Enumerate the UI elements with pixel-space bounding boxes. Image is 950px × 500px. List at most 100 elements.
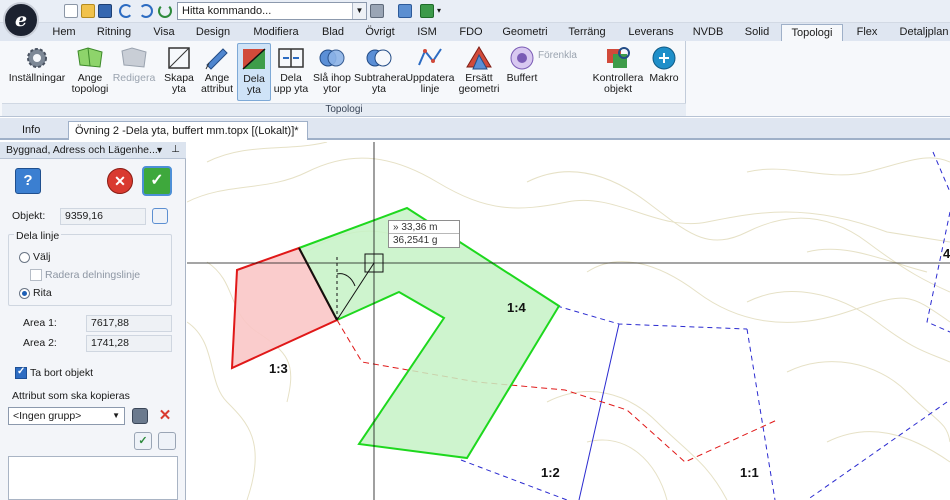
subtrahera-yta-button[interactable]: Subtrahera yta xyxy=(354,43,406,101)
tab-modifiera[interactable]: Modifiera xyxy=(248,24,304,41)
rita-radio[interactable] xyxy=(19,288,30,299)
tab-solid[interactable]: Solid xyxy=(740,24,774,41)
forenkla-label: Förenkla xyxy=(538,50,577,61)
buffer-icon xyxy=(508,45,536,71)
skapa-yta-button[interactable]: Skapa yta xyxy=(162,43,196,101)
delete-group-icon[interactable]: ✕ xyxy=(156,407,174,425)
tab-leverans[interactable]: Leverans xyxy=(625,24,677,41)
split-up-area-icon xyxy=(277,45,305,71)
tab-blad[interactable]: Blad xyxy=(316,24,350,41)
tab-design[interactable]: Design xyxy=(190,24,236,41)
area-label-4: 4 xyxy=(943,246,950,261)
ok-button[interactable]: ✓ xyxy=(142,166,172,196)
pin-icon[interactable]: ⊥ xyxy=(171,142,180,158)
open-folder-icon[interactable] xyxy=(81,4,95,18)
save-group-icon[interactable] xyxy=(132,408,148,424)
help-button[interactable]: ? xyxy=(15,168,41,194)
dela-linje-label: Dela linje xyxy=(14,230,62,242)
app-window: Hitta kommando... ▼ ▾ e Hem Ritning Visa… xyxy=(0,0,950,500)
ta-bort-objekt-label: Ta bort objekt xyxy=(30,367,94,379)
check-all-icon[interactable]: ✓ xyxy=(134,432,152,450)
chevron-down-icon[interactable]: ▼ xyxy=(352,3,366,19)
split-area-icon xyxy=(240,46,268,72)
tab-fdo[interactable]: FDO xyxy=(456,24,486,41)
merge-areas-icon xyxy=(318,45,346,71)
attribute-icon xyxy=(203,45,231,71)
undo-icon[interactable] xyxy=(119,4,133,18)
area2-value: 1741,28 xyxy=(86,335,172,352)
dropdown-arrow-icon[interactable]: ▾ xyxy=(437,4,451,18)
table-select-icon[interactable] xyxy=(152,208,168,224)
makro-button[interactable]: Makro xyxy=(646,43,682,101)
buffert-button[interactable]: Buffert xyxy=(503,43,541,101)
radera-delningslinje-checkbox[interactable] xyxy=(30,269,42,281)
check-object-icon xyxy=(604,45,632,71)
rita-label: Rita xyxy=(33,287,52,299)
tab-nvdb[interactable]: NVDB xyxy=(690,24,726,41)
quick-access-toolbar: Hitta kommando... ▼ ▾ xyxy=(0,0,950,23)
macro-icon xyxy=(650,45,678,71)
ange-topologi-label-2: topologi xyxy=(71,83,109,95)
installningar-label: Inställningar xyxy=(8,72,66,84)
tab-geometri[interactable]: Geometri xyxy=(499,24,551,41)
angle-readout: 36,2541 g xyxy=(393,235,438,246)
sla-ihop-ytor-label-2: ytor xyxy=(323,83,341,95)
new-file-icon[interactable] xyxy=(64,4,78,18)
command-search-placeholder: Hitta kommando... xyxy=(182,5,272,17)
refresh-icon[interactable] xyxy=(158,4,172,18)
ange-attribut-button[interactable]: Ange attribut xyxy=(198,43,236,101)
redo-icon[interactable] xyxy=(139,4,153,18)
ta-bort-objekt-checkbox[interactable] xyxy=(15,366,27,379)
kontrollera-objekt-button[interactable]: Kontrollera objekt xyxy=(590,43,646,101)
ange-attribut-label-2: attribut xyxy=(200,83,234,95)
tab-info[interactable]: Info xyxy=(16,121,66,140)
tab-terrang[interactable]: Terräng xyxy=(563,24,611,41)
ange-topologi-button[interactable]: Ange topologi xyxy=(68,43,112,101)
redigera-button[interactable]: Redigera xyxy=(112,43,156,101)
skapa-yta-label-2: yta xyxy=(171,83,186,95)
print-icon[interactable] xyxy=(370,4,384,18)
area-label-1-1: 1:1 xyxy=(740,465,759,480)
attribut-label: Attribut som ska kopieras xyxy=(12,390,130,402)
objekt-label: Objekt: xyxy=(12,210,46,222)
tab-flex[interactable]: Flex xyxy=(852,24,882,41)
map-drawing xyxy=(187,142,950,500)
tab-visa[interactable]: Visa xyxy=(146,24,182,41)
kontrollera-objekt-label-2: objekt xyxy=(603,83,633,95)
ersatt-geometri-label-2: geometri xyxy=(458,83,500,95)
layers-icon[interactable] xyxy=(420,4,434,18)
area2-label: Area 2: xyxy=(23,337,57,349)
dela-yta-button[interactable]: Dela yta xyxy=(237,43,271,101)
dela-upp-yta-button[interactable]: Dela upp yta xyxy=(273,43,309,101)
dela-yta-label-2: yta xyxy=(246,84,261,96)
save-icon[interactable] xyxy=(98,4,112,18)
update-line-icon xyxy=(416,45,444,71)
sla-ihop-ytor-button[interactable]: Slå ihop ytor xyxy=(310,43,354,101)
redigera-label: Redigera xyxy=(112,72,156,84)
uppdatera-linje-button[interactable]: Uppdatera linje xyxy=(405,43,455,101)
ersatt-geometri-button[interactable]: Ersätt geometri xyxy=(456,43,502,101)
chevron-down-icon[interactable]: ▼ xyxy=(155,142,164,158)
subtrahera-yta-label-2: yta xyxy=(371,83,386,95)
tab-detaljplan[interactable]: Detaljplan xyxy=(896,24,950,41)
app-logo[interactable]: e xyxy=(3,2,39,38)
tab-ism[interactable]: ISM xyxy=(412,24,442,41)
panel-title: Byggnad, Adress och Lägenhe... xyxy=(6,144,158,156)
tab-topologi[interactable]: Topologi xyxy=(781,24,843,42)
valj-radio[interactable] xyxy=(19,252,30,263)
installningar-button[interactable]: Inställningar xyxy=(6,43,68,101)
attribute-list[interactable] xyxy=(8,456,178,500)
command-search-input[interactable]: Hitta kommando... ▼ xyxy=(177,2,367,20)
uncheck-all-icon[interactable] xyxy=(158,432,176,450)
zoom-icon[interactable] xyxy=(398,4,412,18)
map-canvas[interactable]: » 33,36 m 36,2541 g 1:4 1:3 1:2 1:1 4 xyxy=(187,142,950,500)
group-select[interactable]: <Ingen grupp> ▼ xyxy=(8,407,125,425)
tab-ovrigt[interactable]: Övrigt xyxy=(360,24,400,41)
cancel-button[interactable]: ✕ xyxy=(107,168,133,194)
area-label-1-3: 1:3 xyxy=(269,361,288,376)
blue-boundary-solid xyxy=(578,323,620,500)
edit-topology-icon xyxy=(120,45,148,71)
tab-active-document[interactable]: Övning 2 -Dela yta, buffert mm.topx [(Lo… xyxy=(68,121,308,156)
tab-hem[interactable]: Hem xyxy=(44,24,84,41)
tab-ritning[interactable]: Ritning xyxy=(88,24,140,41)
